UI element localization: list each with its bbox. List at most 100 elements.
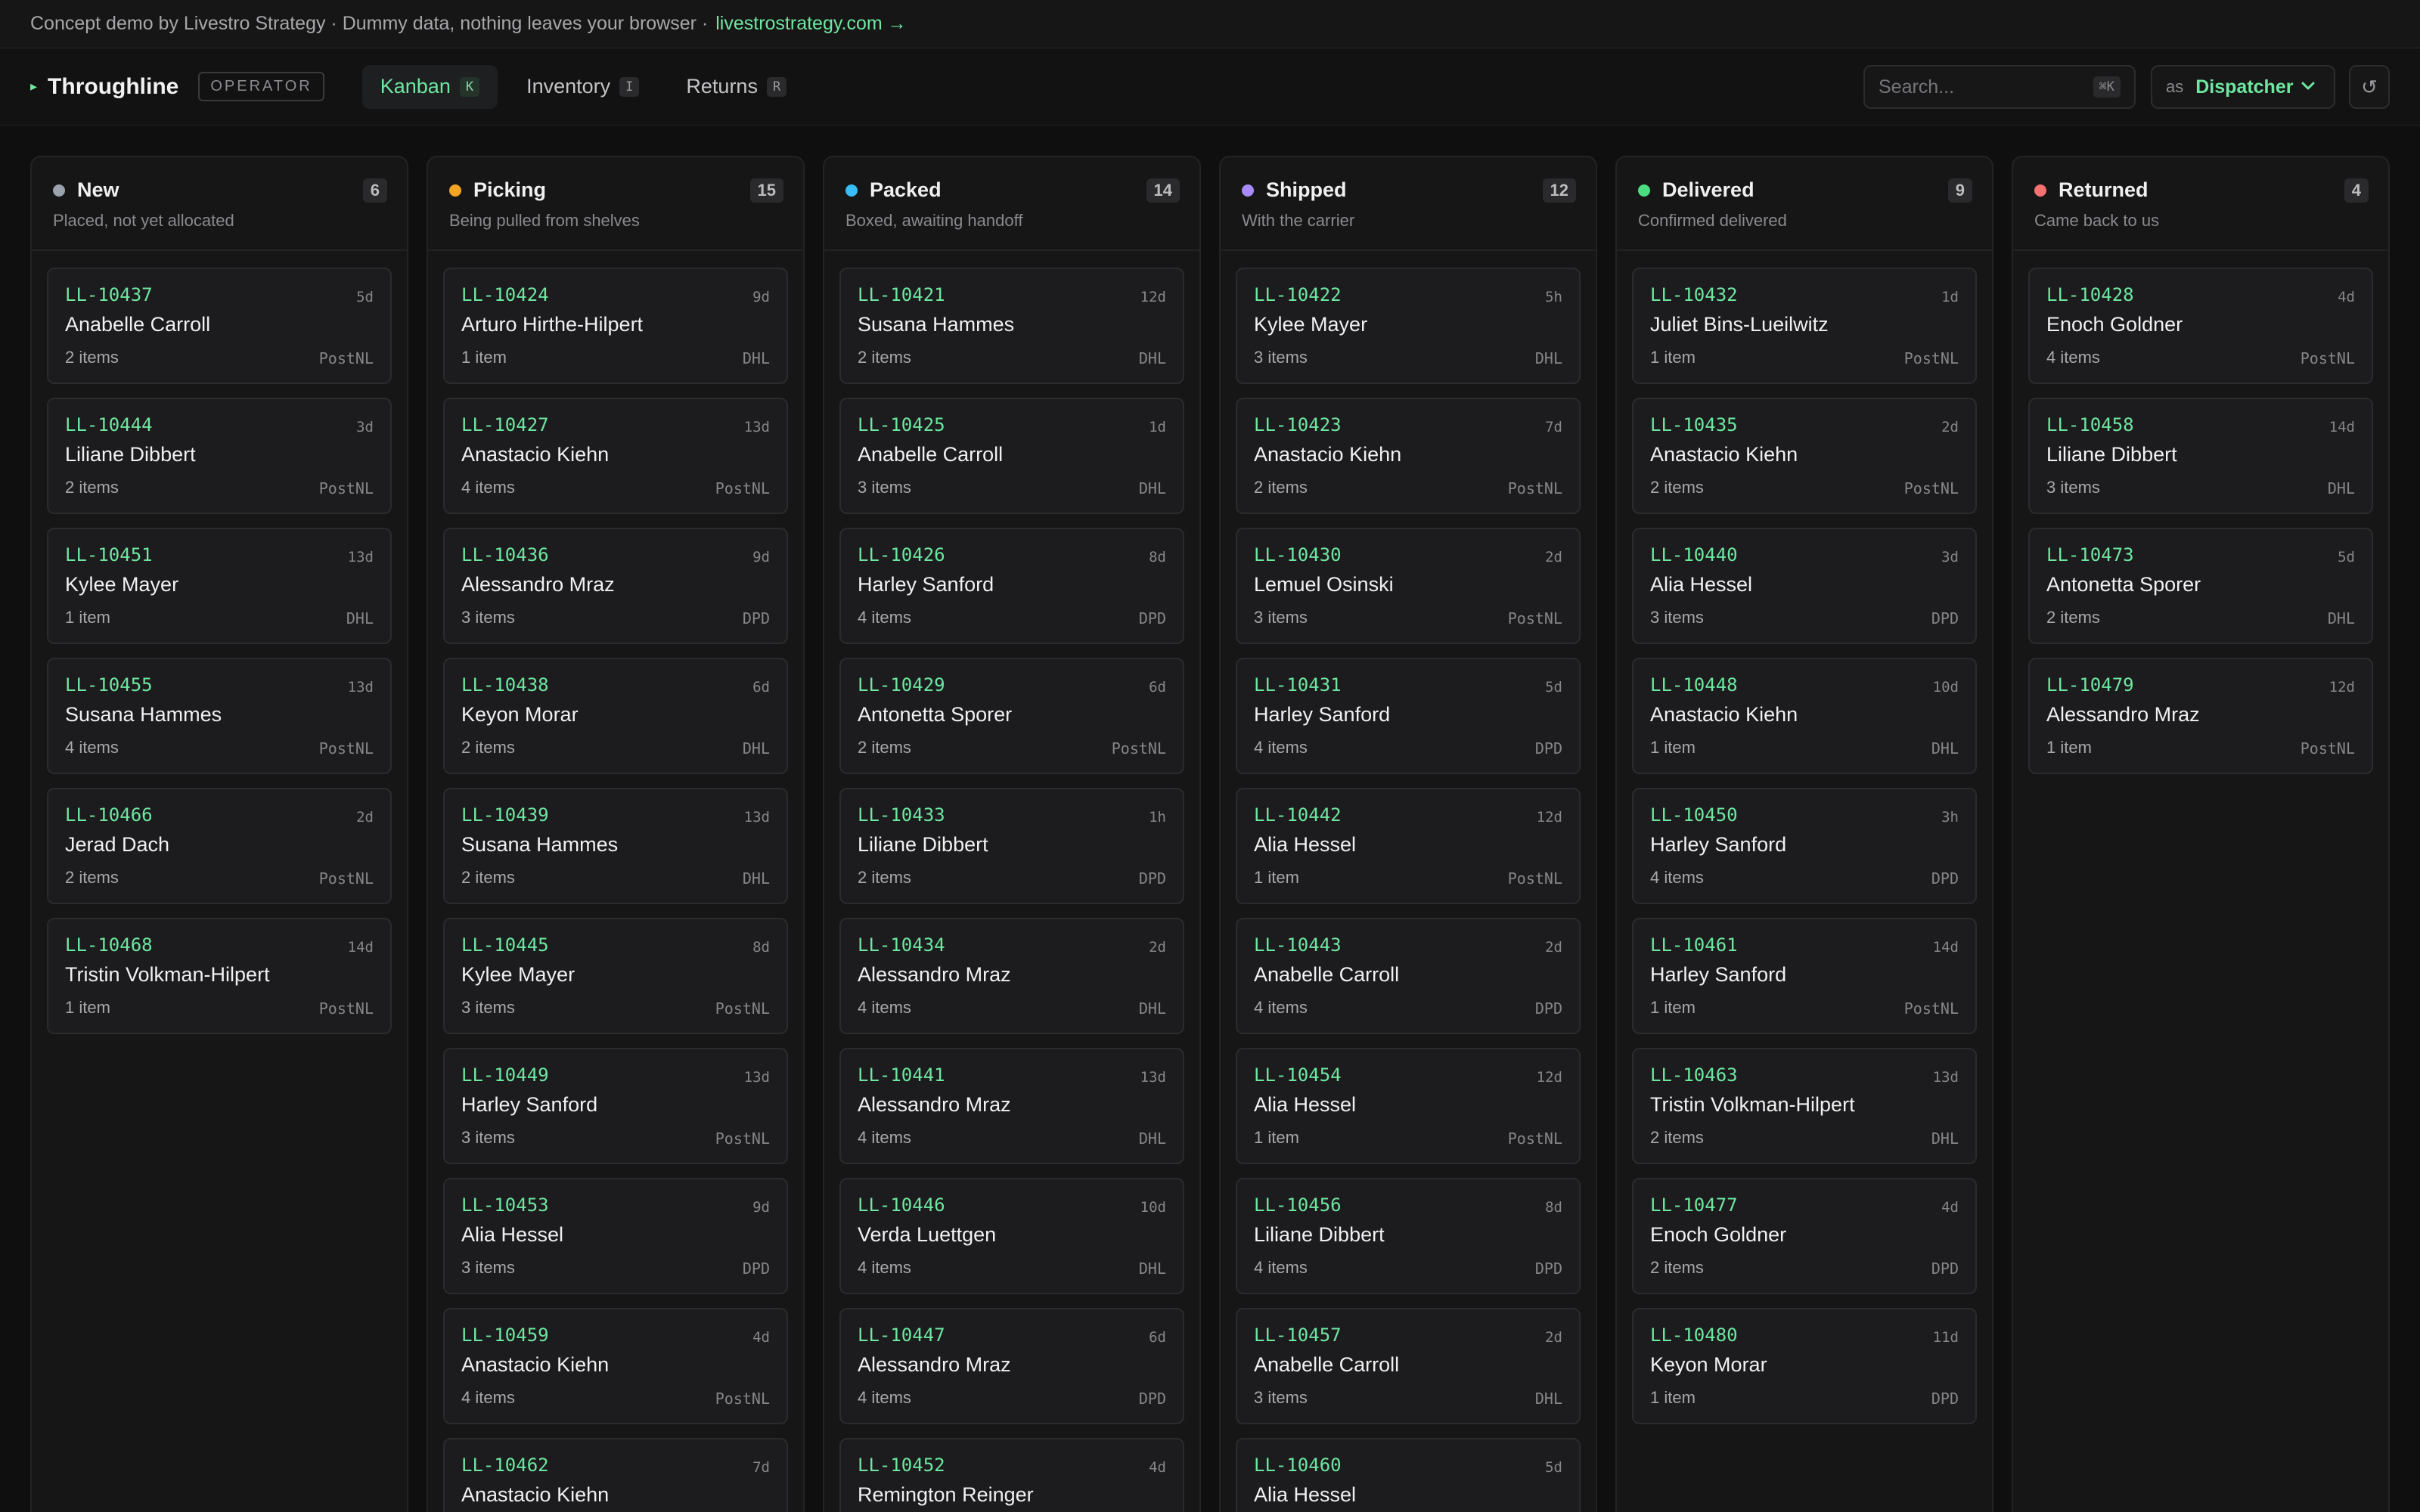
customer-name: Alessandro Mraz bbox=[2046, 703, 2200, 726]
item-count: 2 items bbox=[2046, 608, 2100, 627]
order-card[interactable]: LL-10479 12d Alessandro Mraz 1 item PostNL bbox=[2028, 658, 2373, 774]
order-card[interactable]: LL-10430 2d Lemuel Osinski 3 items PostNL bbox=[1236, 528, 1581, 644]
order-card[interactable]: LL-10458 14d Liliane Dibbert 3 items DHL bbox=[2028, 398, 2373, 514]
order-card[interactable]: LL-10444 3d Liliane Dibbert 2 items PostNL bbox=[47, 398, 392, 514]
order-card[interactable]: LL-10462 7d Anastacio Kiehn bbox=[443, 1438, 788, 1512]
order-id: LL-10425 bbox=[858, 414, 945, 435]
customer-name: Susana Hammes bbox=[65, 703, 222, 726]
order-card[interactable]: LL-10431 5d Harley Sanford 4 items DPD bbox=[1236, 658, 1581, 774]
order-age: 9d bbox=[752, 549, 770, 565]
column-count-badge: 14 bbox=[1146, 178, 1180, 203]
carrier-label: PostNL bbox=[1111, 739, 1166, 758]
order-card[interactable]: LL-10457 2d Anabelle Carroll 3 items DHL bbox=[1236, 1308, 1581, 1424]
order-card[interactable]: LL-10480 11d Keyon Morar 1 item DPD bbox=[1632, 1308, 1977, 1424]
order-card[interactable]: LL-10452 4d Remington Reinger bbox=[839, 1438, 1184, 1512]
order-card[interactable]: LL-10455 13d Susana Hammes 4 items PostNL bbox=[47, 658, 392, 774]
tab-returns[interactable]: Returns R bbox=[668, 65, 805, 109]
role-select[interactable]: as Dispatcher bbox=[2151, 65, 2335, 109]
order-id: LL-10447 bbox=[858, 1325, 945, 1346]
order-card[interactable]: LL-10454 12d Alia Hessel 1 item PostNL bbox=[1236, 1048, 1581, 1164]
order-id: LL-10442 bbox=[1254, 804, 1342, 826]
order-card[interactable]: LL-10450 3h Harley Sanford 4 items DPD bbox=[1632, 788, 1977, 904]
item-count: 1 item bbox=[65, 998, 110, 1017]
order-card[interactable]: LL-10425 1d Anabelle Carroll 3 items DHL bbox=[839, 398, 1184, 514]
card-list: LL-10432 1d Juliet Bins-Lueilwitz 1 item Pos… bbox=[1617, 251, 1992, 1424]
order-card[interactable]: LL-10436 9d Alessandro Mraz 3 items DPD bbox=[443, 528, 788, 644]
order-card[interactable]: LL-10441 13d Alessandro Mraz 4 items DHL bbox=[839, 1048, 1184, 1164]
tab-inventory[interactable]: Inventory I bbox=[508, 65, 657, 109]
order-card[interactable]: LL-10443 2d Anabelle Carroll 4 items DPD bbox=[1236, 918, 1581, 1034]
order-card[interactable]: LL-10427 13d Anastacio Kiehn 4 items PostNL bbox=[443, 398, 788, 514]
order-card[interactable]: LL-10424 9d Arturo Hirthe-Hilpert 1 item DHL bbox=[443, 268, 788, 384]
order-card[interactable]: LL-10432 1d Juliet Bins-Lueilwitz 1 item Pos… bbox=[1632, 268, 1977, 384]
order-card[interactable]: LL-10466 2d Jerad Dach 2 items PostNL bbox=[47, 788, 392, 904]
column-packed: Packed 14 Boxed, awaiting handoff LL-10421 1… bbox=[823, 156, 1201, 1512]
order-card[interactable]: LL-10435 2d Anastacio Kiehn 2 items PostNL bbox=[1632, 398, 1977, 514]
order-card[interactable]: LL-10459 4d Anastacio Kiehn 4 items PostNL bbox=[443, 1308, 788, 1424]
order-card[interactable]: LL-10426 8d Harley Sanford 4 items DPD bbox=[839, 528, 1184, 644]
customer-name: Arturo Hirthe-Hilpert bbox=[461, 313, 644, 336]
item-count: 4 items bbox=[858, 1128, 911, 1147]
order-card[interactable]: LL-10429 6d Antonetta Sporer 2 items PostNL bbox=[839, 658, 1184, 774]
order-card[interactable]: LL-10440 3d Alia Hessel 3 items DPD bbox=[1632, 528, 1977, 644]
item-count: 3 items bbox=[858, 478, 911, 497]
order-card[interactable]: LL-10477 4d Enoch Goldner 2 items DPD bbox=[1632, 1178, 1977, 1294]
order-age: 4d bbox=[2338, 289, 2355, 305]
order-card[interactable]: LL-10460 5d Alia Hessel bbox=[1236, 1438, 1581, 1512]
order-card[interactable]: LL-10438 6d Keyon Morar 2 items DHL bbox=[443, 658, 788, 774]
order-card[interactable]: LL-10461 14d Harley Sanford 1 item PostNL bbox=[1632, 918, 1977, 1034]
order-card[interactable]: LL-10439 13d Susana Hammes 2 items DHL bbox=[443, 788, 788, 904]
search-input[interactable]: Search... ⌘K bbox=[1863, 65, 2136, 109]
column-title: Picking bbox=[473, 178, 547, 201]
item-count: 3 items bbox=[1650, 608, 1704, 627]
customer-name: Alia Hessel bbox=[461, 1223, 564, 1246]
order-age: 9d bbox=[752, 1199, 770, 1216]
customer-name: Anastacio Kiehn bbox=[461, 1353, 610, 1376]
refresh-button[interactable]: ↺ bbox=[2349, 65, 2390, 109]
order-card[interactable]: LL-10421 12d Susana Hammes 2 items DHL bbox=[839, 268, 1184, 384]
customer-name: Anastacio Kiehn bbox=[1254, 443, 1402, 466]
column-count-badge: 15 bbox=[749, 178, 783, 203]
column-title-row: Shipped bbox=[1242, 178, 1575, 202]
order-card[interactable]: LL-10422 5h Kylee Mayer 3 items DHL bbox=[1236, 268, 1581, 384]
order-age: 13d bbox=[743, 809, 770, 826]
app-title[interactable]: Throughline bbox=[48, 74, 178, 100]
customer-name: Anastacio Kiehn bbox=[461, 1483, 610, 1506]
tab-kanban[interactable]: Kanban K bbox=[361, 64, 498, 109]
order-card[interactable]: LL-10449 13d Harley Sanford 3 items PostNL bbox=[443, 1048, 788, 1164]
main-nav: Kanban K Inventory I Returns R bbox=[361, 64, 805, 109]
carrier-label: PostNL bbox=[318, 739, 374, 758]
order-card[interactable]: LL-10445 8d Kylee Mayer 3 items PostNL bbox=[443, 918, 788, 1034]
order-card[interactable]: LL-10451 13d Kylee Mayer 1 item DHL bbox=[47, 528, 392, 644]
item-count: 1 item bbox=[1254, 868, 1299, 887]
order-age: 4d bbox=[752, 1329, 770, 1346]
order-age: 2d bbox=[1545, 1329, 1562, 1346]
order-card[interactable]: LL-10447 6d Alessandro Mraz 4 items DPD bbox=[839, 1308, 1184, 1424]
demo-banner: Concept demo by Livestro Strategy · Dumm… bbox=[0, 0, 2420, 48]
order-card[interactable]: LL-10423 7d Anastacio Kiehn 2 items PostNL bbox=[1236, 398, 1581, 514]
order-card[interactable]: LL-10448 10d Anastacio Kiehn 1 item DHL bbox=[1632, 658, 1977, 774]
customer-name: Anastacio Kiehn bbox=[461, 443, 610, 466]
order-card[interactable]: LL-10434 2d Alessandro Mraz 4 items DHL bbox=[839, 918, 1184, 1034]
order-id: LL-10473 bbox=[2046, 544, 2134, 565]
order-age: 1d bbox=[1941, 289, 1959, 305]
order-age: 7d bbox=[1545, 419, 1562, 435]
order-age: 5d bbox=[356, 289, 374, 305]
order-card[interactable]: LL-10468 14d Tristin Volkman-Hilpert 1 item… bbox=[47, 918, 392, 1034]
order-card[interactable]: LL-10437 5d Anabelle Carroll 2 items PostNL bbox=[47, 268, 392, 384]
customer-name: Harley Sanford bbox=[461, 1093, 598, 1116]
order-card[interactable]: LL-10433 1h Liliane Dibbert 2 items DPD bbox=[839, 788, 1184, 904]
order-card[interactable]: LL-10442 12d Alia Hessel 1 item PostNL bbox=[1236, 788, 1581, 904]
order-card[interactable]: LL-10453 9d Alia Hessel 3 items DPD bbox=[443, 1178, 788, 1294]
order-card[interactable]: LL-10463 13d Tristin Volkman-Hilpert 2 item… bbox=[1632, 1048, 1977, 1164]
order-card[interactable]: LL-10473 5d Antonetta Sporer 2 items DHL bbox=[2028, 528, 2373, 644]
customer-name: Enoch Goldner bbox=[1650, 1223, 1787, 1246]
order-card[interactable]: LL-10428 4d Enoch Goldner 4 items PostNL bbox=[2028, 268, 2373, 384]
order-id: LL-10457 bbox=[1254, 1325, 1342, 1346]
order-card[interactable]: LL-10456 8d Liliane Dibbert 4 items DPD bbox=[1236, 1178, 1581, 1294]
order-card[interactable]: LL-10446 10d Verda Luettgen 4 items DHL bbox=[839, 1178, 1184, 1294]
item-count: 2 items bbox=[1650, 1128, 1704, 1147]
carrier-label: PostNL bbox=[318, 999, 374, 1018]
customer-name: Harley Sanford bbox=[1254, 703, 1391, 726]
banner-link[interactable]: livestrostrategy.com → bbox=[715, 13, 906, 35]
